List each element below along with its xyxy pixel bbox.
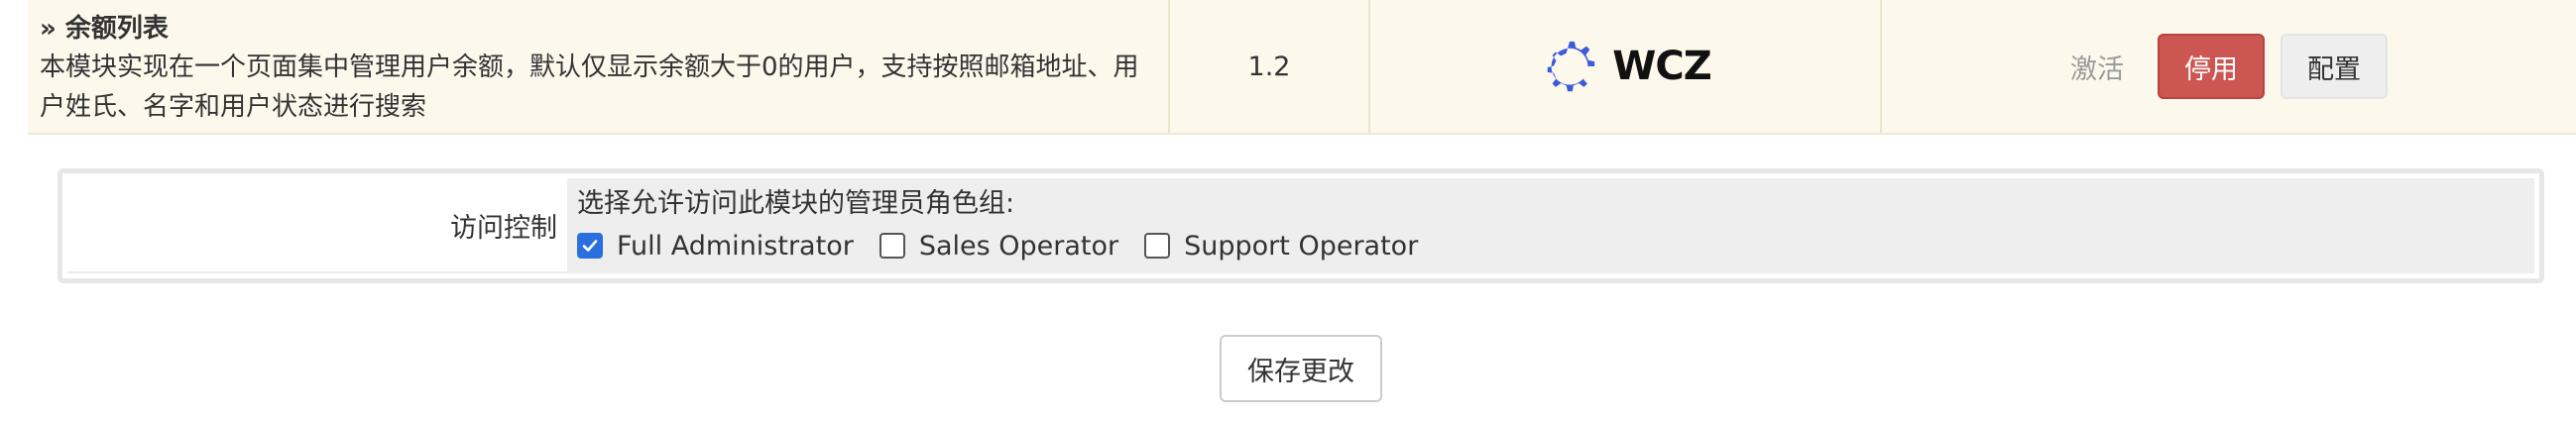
module-version: 1.2 xyxy=(1170,0,1370,133)
module-title: » 余额列表 xyxy=(40,14,169,44)
role-checkbox[interactable] xyxy=(577,233,603,259)
role-checkbox-group: Full Administrator Sales Operator Suppor… xyxy=(577,224,2526,267)
role-label: Support Operator xyxy=(1184,230,1419,262)
role-option-full-administrator[interactable]: Full Administrator xyxy=(577,231,854,262)
vendor-logo: WCZ xyxy=(1370,0,1882,133)
access-control-prompt: 选择允许访问此模块的管理员角色组: xyxy=(577,188,1015,219)
configure-button[interactable]: 配置 xyxy=(2281,34,2388,99)
enable-button[interactable]: 激活 xyxy=(2070,34,2142,99)
page: » 余额列表 本模块实现在一个页面集中管理用户余额，默认仅显示余额大于0的用户，… xyxy=(0,0,2576,422)
module-description-cell: » 余额列表 本模块实现在一个页面集中管理用户余额，默认仅显示余额大于0的用户，… xyxy=(28,0,1170,133)
module-actions: 激活 停用 配置 xyxy=(1882,0,2576,133)
access-control-content: 选择允许访问此模块的管理员角色组: Full Administrator Sal… xyxy=(567,178,2534,273)
disable-button[interactable]: 停用 xyxy=(2158,34,2265,99)
gear-logo-icon xyxy=(1547,41,1595,92)
save-changes-button[interactable]: 保存更改 xyxy=(1220,335,1382,402)
role-checkbox[interactable] xyxy=(1144,233,1171,259)
role-option-sales-operator[interactable]: Sales Operator xyxy=(878,230,1119,262)
vendor-logo-text: WCZ xyxy=(1612,44,1711,89)
access-control-panel: 访问控制 选择允许访问此模块的管理员角色组: Full Administrato… xyxy=(58,168,2544,283)
role-label: Full Administrator xyxy=(617,230,854,262)
role-checkbox[interactable] xyxy=(878,233,905,259)
role-option-support-operator[interactable]: Support Operator xyxy=(1144,231,1418,262)
access-control-label: 访问控制 xyxy=(67,178,567,273)
module-description: 本模块实现在一个页面集中管理用户余额，默认仅显示余额大于0的用户，支持按照邮箱地… xyxy=(40,53,1139,122)
module-row: » 余额列表 本模块实现在一个页面集中管理用户余额，默认仅显示余额大于0的用户，… xyxy=(28,0,2576,135)
role-label: Sales Operator xyxy=(918,230,1119,262)
checkmark-icon xyxy=(582,240,598,252)
